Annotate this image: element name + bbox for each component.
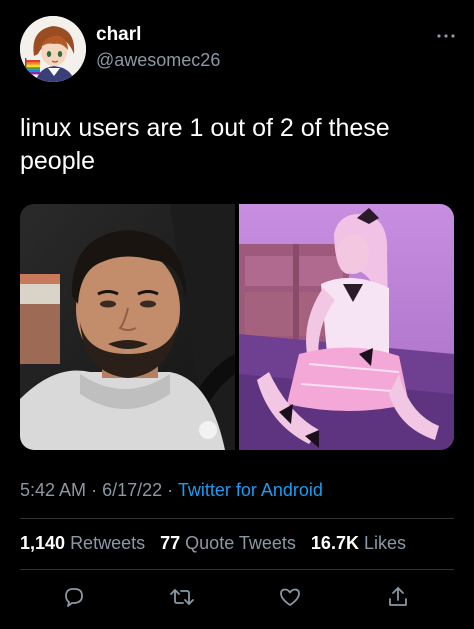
likes-stat[interactable]: 16.7K Likes — [311, 533, 406, 553]
tweet-client-link[interactable]: Twitter for Android — [178, 480, 323, 500]
retweets-label: Retweets — [70, 533, 146, 553]
likes-label: Likes — [363, 533, 407, 553]
anime-avatar-icon — [20, 16, 86, 82]
tweet-meta: 5:42 AM · 6/17/22 · Twitter for Android — [20, 480, 323, 501]
retweets-count: 1,140 — [20, 533, 66, 553]
like-icon — [280, 588, 300, 606]
tweet-media[interactable] — [20, 204, 454, 450]
retweet-icon — [170, 589, 194, 605]
media-photo-2[interactable] — [239, 204, 454, 450]
reply-icon — [65, 588, 83, 607]
tweet-date: 6/17/22 — [102, 480, 163, 500]
retweet-button[interactable] — [166, 581, 198, 613]
tweet-actions — [0, 581, 474, 613]
tweet-detail: charl @awesomec26 linux users are 1 out … — [0, 0, 474, 629]
tweet-text: linux users are 1 out of 2 of these peop… — [20, 114, 390, 175]
like-button[interactable] — [274, 581, 306, 613]
share-icon — [389, 587, 407, 606]
media-photo-1[interactable] — [20, 204, 235, 450]
divider — [20, 518, 454, 519]
share-button[interactable] — [382, 581, 414, 613]
more-options-icon[interactable] — [436, 28, 456, 38]
tweet-time: 5:42 AM — [20, 480, 87, 500]
tweet-stats: 1,140 Retweets 77 Quote Tweets 16.7K Lik… — [20, 533, 416, 554]
retweets-stat[interactable]: 1,140 Retweets — [20, 533, 145, 553]
reply-button[interactable] — [58, 581, 90, 613]
avatar[interactable] — [20, 16, 86, 82]
divider — [20, 569, 454, 570]
likes-count: 16.7K — [310, 533, 359, 553]
quote-tweets-label: Quote Tweets — [185, 533, 296, 553]
display-name[interactable]: charl — [96, 24, 141, 46]
quote-tweets-count: 77 — [160, 533, 181, 553]
user-handle[interactable]: @awesomec26 — [96, 50, 220, 71]
meta-separator: · — [91, 480, 98, 500]
quote-tweets-stat[interactable]: 77 Quote Tweets — [160, 533, 296, 553]
meta-separator: · — [167, 480, 174, 500]
